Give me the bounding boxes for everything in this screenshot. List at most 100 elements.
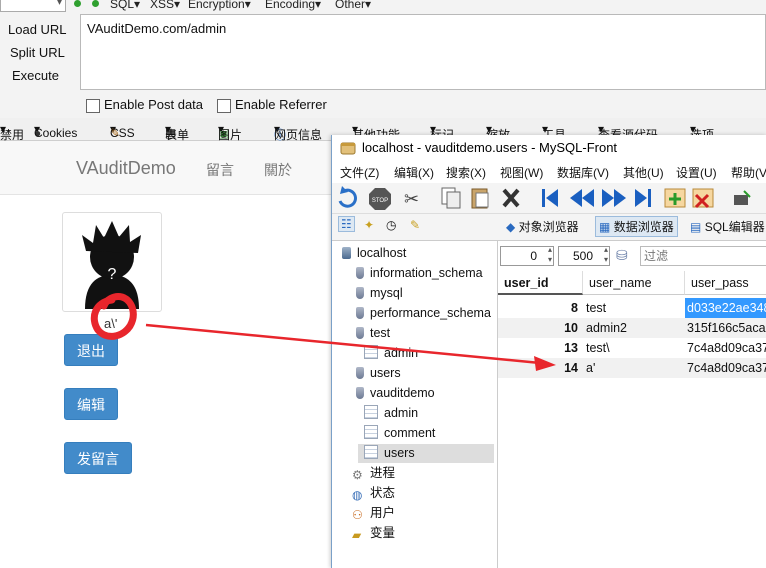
hackbar-menu-row: SQL▾ XSS▾ Encryption▾ Encoding▾ Other▾ (0, 0, 766, 15)
menu-encryption[interactable]: Encryption▾ (188, 0, 251, 11)
tree-users[interactable]: ⚇ 用户 (352, 504, 395, 523)
tree-db-users[interactable]: users (354, 364, 401, 383)
filter-input[interactable]: 过滤 (640, 246, 766, 266)
toolbar-outline[interactable]: 标记▾ (430, 122, 454, 142)
insert-row-icon[interactable] (664, 188, 686, 208)
data-browser-tab[interactable]: ▦ 数据浏览器 (595, 216, 678, 237)
tree-status[interactable]: ◍ 状态 (352, 484, 395, 503)
column-header-user-name[interactable]: user_name (583, 271, 685, 295)
menu-other[interactable]: Other▾ (335, 0, 371, 11)
new-message-button[interactable]: 发留言 (64, 442, 132, 474)
diagram-icon[interactable]: ✎ (410, 218, 420, 232)
tree-db-mysql[interactable]: mysql (354, 284, 403, 303)
toolbar-forms[interactable]: ▤ 表单 ▾ (165, 122, 189, 142)
previous-page-icon[interactable] (570, 189, 594, 207)
first-record-icon[interactable] (542, 189, 558, 207)
delete-row-icon[interactable] (692, 188, 714, 209)
bookmarks-icon[interactable]: ✦ (364, 218, 374, 232)
toolbar-options[interactable]: 选项▾ (690, 122, 714, 142)
offset-spinner[interactable]: 0 (500, 245, 554, 266)
next-page-icon[interactable] (602, 189, 626, 207)
tree-view-icon[interactable]: ☷ (338, 216, 355, 232)
stop-icon[interactable]: STOP (369, 188, 391, 210)
limit-spinner[interactable]: 500 (558, 245, 610, 266)
tree-table-users[interactable]: users (358, 444, 494, 463)
db-filter-icon[interactable]: ⛁ (616, 247, 628, 264)
table-row[interactable]: 8 test d033e22ae348 (498, 298, 766, 318)
menu-edit[interactable]: 编辑(X) (394, 164, 434, 181)
nav-about[interactable]: 關於 (264, 160, 292, 180)
menu-file[interactable]: 文件(Z) (340, 164, 379, 181)
sql-editor-tab[interactable]: ▤ SQL编辑器 (690, 218, 765, 235)
table-row[interactable]: 10 admin2 315f166c5aca (498, 318, 766, 338)
globe-icon: ◍ (352, 488, 363, 502)
tree-table-admin[interactable]: admin (364, 404, 418, 423)
cut-icon[interactable]: ✂ (404, 189, 419, 210)
history-icon[interactable]: ◷ (386, 218, 396, 232)
menu-xss[interactable]: XSS▾ (150, 0, 180, 11)
object-browser-tab[interactable]: ◆ 对象浏览器 (506, 218, 579, 235)
paste-icon[interactable] (471, 188, 489, 209)
menu-search[interactable]: 搜索(X) (446, 164, 486, 181)
dolphin-icon (340, 142, 356, 155)
last-record-icon[interactable] (635, 189, 651, 207)
green-dot-icon (74, 0, 81, 7)
menu-settings[interactable]: 设置(U) (676, 164, 717, 181)
tree-variables[interactable]: ▰ 变量 (352, 524, 395, 543)
toolbar-disable[interactable]: 禁用 ▾ (0, 122, 24, 142)
delete-icon[interactable] (502, 188, 520, 208)
tree-table-comment[interactable]: comment (364, 424, 435, 443)
database-icon (356, 327, 364, 339)
site-navbar: VAuditDemo 留言 關於 (0, 141, 340, 195)
menu-view[interactable]: 视图(W) (500, 164, 543, 181)
menu-help[interactable]: 帮助(V (731, 164, 766, 181)
box-icon: ▰ (352, 528, 362, 542)
toolbar-css[interactable]: ✎ CSS ▾ (110, 122, 135, 140)
tree-processes[interactable]: ⚙ 进程 (352, 464, 395, 483)
hackbar-select[interactable] (0, 0, 66, 12)
tree-db-performance-schema[interactable]: performance_schema (354, 304, 491, 323)
execute-button[interactable]: Execute (12, 68, 59, 83)
toolbar-images[interactable]: ▣ 图片 ▾ (218, 122, 242, 142)
menu-encoding[interactable]: Encoding▾ (265, 0, 321, 11)
logout-button[interactable]: 退出 (64, 334, 118, 366)
table-row[interactable]: 13 test\ 7c4a8d09ca37 (498, 338, 766, 358)
svg-text:✂: ✂ (404, 189, 419, 210)
table-row[interactable]: 14 a' 7c4a8d09ca37 (498, 358, 766, 378)
split-url-button[interactable]: Split URL (10, 45, 65, 60)
tree-table-test-admin[interactable]: admin (364, 344, 418, 363)
tree-host-localhost[interactable]: localhost (342, 244, 406, 263)
toolbar-cookies[interactable]: ● Cookies ▾ (34, 122, 77, 140)
load-url-button[interactable]: Load URL (8, 22, 67, 37)
post-icon[interactable] (734, 190, 751, 205)
edit-button[interactable]: 编辑 (64, 388, 118, 420)
copy-icon[interactable] (441, 187, 461, 209)
table-icon (364, 405, 378, 419)
url-input[interactable]: VAuditDemo.com/admin (80, 14, 766, 90)
site-brand[interactable]: VAuditDemo (76, 158, 176, 179)
toolbar-info[interactable]: ⓘ 网页信息 ▾ (274, 122, 322, 142)
svg-text:?: ? (108, 266, 117, 283)
toolbar-view-source[interactable]: 查看源代码▾ (598, 122, 658, 142)
cell-user-id: 13 (564, 341, 578, 355)
username-label: a\' (104, 316, 118, 331)
cell-user-pass: 7c4a8d09ca37 (687, 361, 766, 375)
toolbar-tools[interactable]: 工具▾ (542, 122, 566, 142)
toolbar-misc[interactable]: 其他功能▾ (352, 122, 400, 142)
menu-database[interactable]: 数据库(V) (557, 164, 609, 181)
window-titlebar: localhost - vauditdemo.users - MySQL-Fro… (332, 135, 766, 160)
column-header-user-pass[interactable]: user_pass (685, 271, 766, 295)
column-header-user-id[interactable]: user_id (498, 271, 583, 295)
menu-sql[interactable]: SQL▾ (110, 0, 140, 11)
post-data-checkbox[interactable] (86, 99, 100, 113)
tree-db-test[interactable]: test (354, 324, 390, 343)
object-tree: localhost information_schema mysql perfo… (332, 241, 498, 568)
menu-other[interactable]: 其他(U) (623, 164, 664, 181)
referrer-checkbox[interactable] (217, 99, 231, 113)
table-icon (364, 445, 378, 459)
toolbar-resize[interactable]: 缩放▾ (486, 122, 510, 142)
tree-db-vauditdemo[interactable]: vauditdemo (354, 384, 435, 403)
tree-db-information-schema[interactable]: information_schema (354, 264, 483, 283)
nav-guestbook[interactable]: 留言 (206, 160, 234, 180)
refresh-icon[interactable] (338, 186, 357, 208)
